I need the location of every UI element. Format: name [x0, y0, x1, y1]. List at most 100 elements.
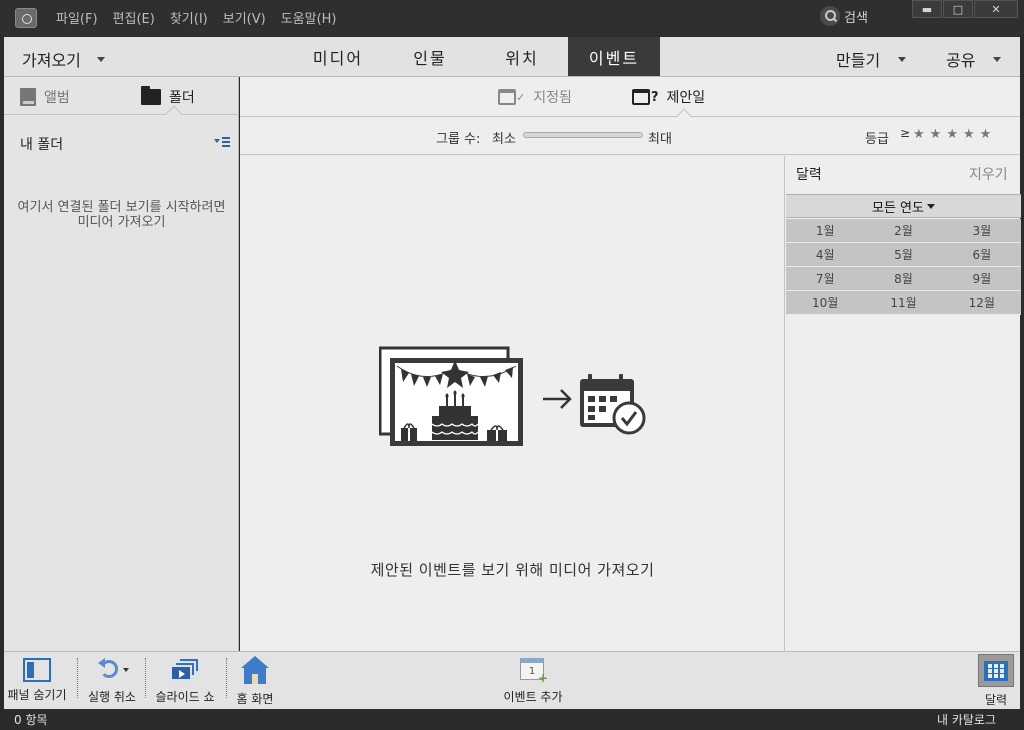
- month-cell[interactable]: 12월: [943, 291, 1021, 314]
- catalog-name[interactable]: 내 카탈로그: [937, 711, 996, 728]
- chevron-down-icon: [898, 56, 907, 62]
- question-icon: ?: [651, 89, 659, 105]
- month-cell[interactable]: 11월: [864, 291, 942, 314]
- slideshow-button[interactable]: 슬라이드 쇼: [152, 656, 218, 708]
- tab-people[interactable]: 인물: [384, 37, 476, 76]
- star-icon[interactable]: ★: [913, 127, 925, 142]
- search-label: 검색: [844, 10, 868, 26]
- rating-ge-symbol[interactable]: ≥: [900, 126, 910, 140]
- calendar-panel-title: 달력: [796, 167, 822, 183]
- calendar-view-button[interactable]: 달력: [976, 654, 1016, 708]
- menu-find[interactable]: 찾기(I): [170, 8, 208, 27]
- month-cell[interactable]: 3월: [943, 219, 1021, 242]
- empty-state-message: 제안된 이벤트를 보기 위해 미디어 가져오기: [370, 561, 655, 579]
- app-logo-icon[interactable]: [15, 8, 37, 28]
- month-cell[interactable]: 8월: [864, 267, 942, 290]
- menu-file[interactable]: 파일(F): [56, 8, 98, 27]
- maximize-button[interactable]: □: [943, 0, 973, 18]
- calendar-icon: [498, 89, 516, 105]
- check-icon: ✓: [516, 90, 526, 104]
- home-screen-label: 홈 화면: [236, 692, 274, 706]
- calendar-grid-icon: [978, 654, 1014, 687]
- toolbar-divider: [226, 658, 227, 698]
- month-row: 10월 11월 12월: [786, 291, 1021, 315]
- share-label: 공유: [946, 51, 976, 70]
- calendar-view-label: 달력: [984, 693, 1008, 707]
- month-cell[interactable]: 2월: [864, 219, 942, 242]
- month-cell[interactable]: 1월: [786, 219, 864, 242]
- rating-label: 등급: [865, 132, 889, 147]
- my-folders-title: 내 폴더: [20, 137, 64, 153]
- month-cell[interactable]: 5월: [864, 243, 942, 266]
- slideshow-icon: [168, 656, 202, 684]
- calendar-panel: 달력 지우기 모든 연도 1월 2월 3월 4월 5월 6월 7월 8월 9월: [784, 156, 1021, 651]
- bottom-toolbar: 패널 숨기기 실행 취소 슬라이드 쇼 홈 화면 1 + 이벤트 추가 달력: [4, 651, 1020, 709]
- create-dropdown[interactable]: 만들기: [836, 47, 907, 71]
- month-cell[interactable]: 6월: [943, 243, 1021, 266]
- album-tab-label: 앨범: [44, 90, 70, 106]
- undo-button[interactable]: 실행 취소: [84, 656, 140, 708]
- import-dropdown[interactable]: 가져오기: [22, 47, 105, 71]
- home-icon: [240, 656, 270, 686]
- chevron-down-icon: [993, 56, 1002, 62]
- suggested-tab-label: 제안일: [666, 90, 706, 106]
- active-tab-pointer: [165, 105, 183, 123]
- search-icon: [820, 6, 840, 26]
- menu-view[interactable]: 보기(V): [223, 8, 266, 27]
- item-count: 0 항목: [14, 713, 48, 727]
- events-content: 제안된 이벤트를 보기 위해 미디어 가져오기: [240, 156, 785, 651]
- tab-suggested-events[interactable]: ? 제안일: [632, 87, 705, 107]
- folders-empty-message: 여기서 연결된 폴더 보기를 시작하려면미디어 가져오기: [17, 200, 226, 230]
- left-panel: 앨범 폴더 내 폴더 여기서 연결된 폴더 보기를 시작하려면미디어 가져오기: [4, 77, 239, 651]
- hide-panel-label: 패널 숨기기: [7, 688, 67, 702]
- group-count-slider[interactable]: [523, 132, 643, 138]
- menu-bar: 파일(F) 편집(E) 찾기(I) 보기(V) 도움말(H): [56, 8, 337, 27]
- menu-edit[interactable]: 편집(E): [113, 8, 155, 27]
- sort-options-icon[interactable]: [214, 136, 230, 148]
- month-cell[interactable]: 9월: [943, 267, 1021, 290]
- chevron-down-icon: [926, 203, 935, 209]
- tab-media[interactable]: 미디어: [292, 37, 384, 76]
- tab-named-events[interactable]: ✓ 지정됨: [498, 87, 572, 107]
- clear-button[interactable]: 지우기: [969, 164, 1008, 184]
- menu-help[interactable]: 도움말(H): [281, 8, 337, 27]
- minimize-button[interactable]: ▬: [912, 0, 942, 18]
- hide-panel-button[interactable]: 패널 숨기기: [5, 656, 69, 708]
- month-grid: 1월 2월 3월 4월 5월 6월 7월 8월 9월 10월 11월 12월: [786, 219, 1021, 315]
- star-icon[interactable]: ★: [946, 127, 958, 142]
- star-icon[interactable]: ★: [980, 127, 992, 142]
- album-icon: [20, 88, 36, 106]
- import-label: 가져오기: [22, 51, 81, 70]
- month-row: 4월 5월 6월: [786, 243, 1021, 267]
- named-tab-label: 지정됨: [533, 90, 572, 106]
- add-event-icon: 1 +: [518, 656, 548, 685]
- search-button[interactable]: 검색: [820, 6, 868, 26]
- month-cell[interactable]: 7월: [786, 267, 864, 290]
- star-icon[interactable]: ★: [963, 127, 975, 142]
- tab-places[interactable]: 위치: [476, 37, 568, 76]
- month-row: 1월 2월 3월: [786, 219, 1021, 243]
- chevron-down-icon: [96, 56, 105, 62]
- add-event-label: 이벤트 추가: [503, 690, 563, 704]
- toolbar-divider: [77, 658, 78, 698]
- month-cell[interactable]: 10월: [786, 291, 864, 314]
- create-label: 만들기: [836, 51, 881, 70]
- suggested-events-illustration: [379, 346, 646, 446]
- star-icon[interactable]: ★: [930, 127, 942, 142]
- tab-folders[interactable]: 폴더: [141, 86, 195, 107]
- filter-bar: 그룹 수: 최소 최대 등급 ≥ ★ ★ ★ ★ ★: [240, 118, 1020, 155]
- month-cell[interactable]: 4월: [786, 243, 864, 266]
- folder-icon: [141, 86, 161, 105]
- close-button[interactable]: ✕: [974, 0, 1018, 18]
- title-bar: 파일(F) 편집(E) 찾기(I) 보기(V) 도움말(H) 검색 ▬ □ ✕: [0, 0, 1024, 36]
- add-event-button[interactable]: 1 + 이벤트 추가: [500, 656, 566, 708]
- month-row: 7월 8월 9월: [786, 267, 1021, 291]
- group-max-label: 최대: [648, 132, 672, 147]
- events-view-bar: ✓ 지정됨 ? 제안일: [240, 77, 1020, 126]
- share-dropdown[interactable]: 공유: [946, 47, 1002, 71]
- tab-events[interactable]: 이벤트: [568, 37, 660, 76]
- tab-albums[interactable]: 앨범: [20, 87, 70, 107]
- group-min-label: 최소: [492, 132, 516, 147]
- year-dropdown[interactable]: 모든 연도: [786, 194, 1021, 218]
- home-screen-button[interactable]: 홈 화면: [232, 656, 278, 708]
